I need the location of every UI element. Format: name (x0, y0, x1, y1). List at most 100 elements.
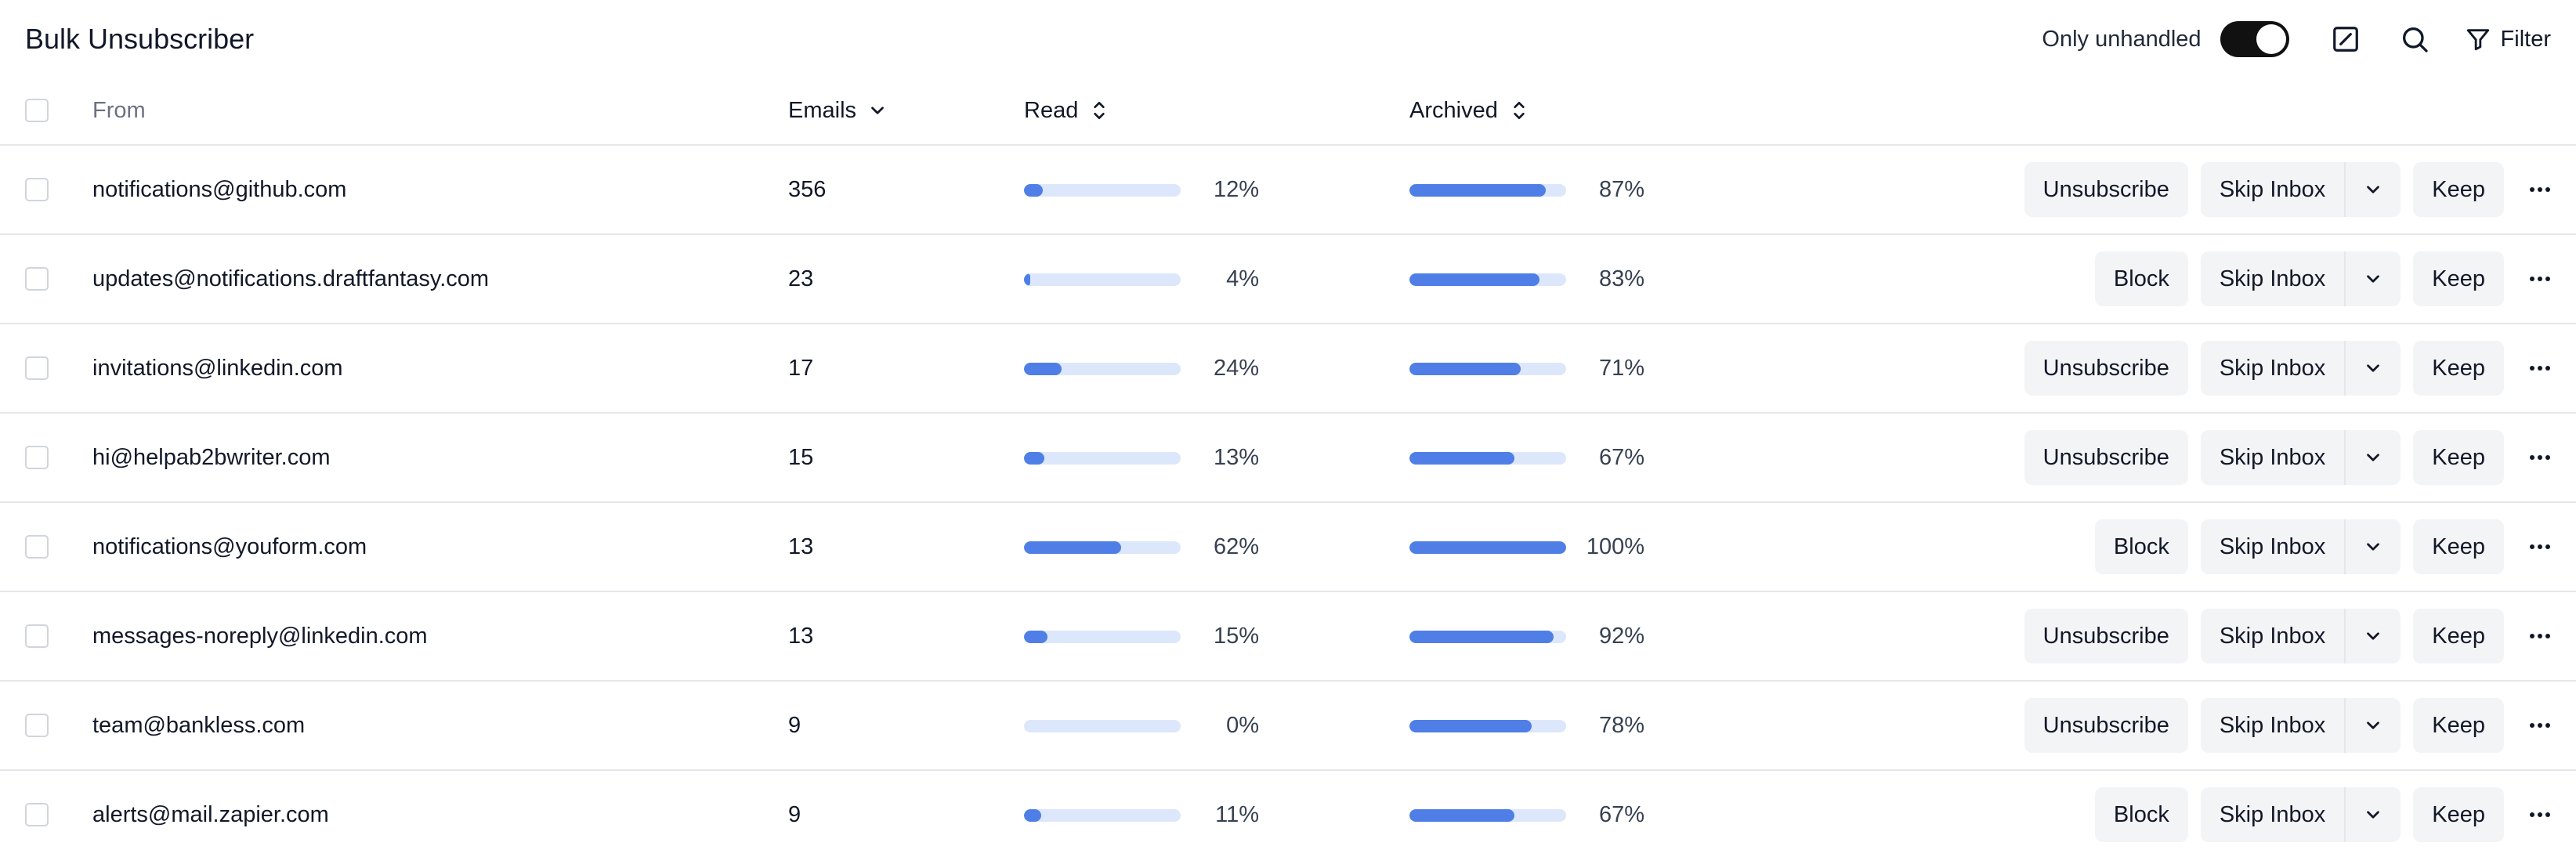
table-row[interactable]: messages-noreply@linkedin.com 13 15% 92% Uns… (0, 592, 2576, 682)
archived-progress-fill (1409, 720, 1532, 732)
skip-inbox-button[interactable]: Skip Inbox (2201, 341, 2346, 396)
more-options-button[interactable] (2526, 265, 2554, 293)
read-percent: 12% (1213, 176, 1259, 202)
skip-inbox-dropdown-button[interactable] (2346, 251, 2401, 306)
keep-button[interactable]: Keep (2413, 609, 2504, 664)
keep-button[interactable]: Keep (2413, 162, 2504, 217)
archived-progress-bar (1409, 809, 1566, 822)
block-button[interactable]: Block (2094, 787, 2188, 842)
skip-inbox-split-button: Skip Inbox (2200, 698, 2401, 753)
skip-inbox-dropdown-button[interactable] (2346, 162, 2401, 217)
unsubscribe-button[interactable]: Unsubscribe (2024, 609, 2188, 664)
skip-inbox-button[interactable]: Skip Inbox (2201, 698, 2346, 753)
table-row[interactable]: updates@notifications.draftfantasy.com 23… (0, 235, 2576, 324)
skip-inbox-split-button: Skip Inbox (2200, 251, 2401, 306)
read-progress-bar (1024, 363, 1181, 375)
keep-button[interactable]: Keep (2413, 787, 2504, 842)
chevron-down-icon (2367, 275, 2380, 283)
skip-inbox-dropdown-button[interactable] (2346, 609, 2401, 664)
read-percent: 15% (1213, 623, 1259, 649)
keep-button[interactable]: Keep (2413, 251, 2504, 306)
unsubscribe-button[interactable]: Unsubscribe (2024, 430, 2188, 485)
chevron-down-icon (2367, 454, 2380, 461)
read-progress-bar (1024, 720, 1181, 732)
filter-button[interactable]: Filter (2465, 20, 2551, 58)
skip-inbox-button[interactable]: Skip Inbox (2201, 251, 2346, 306)
table-row[interactable]: team@bankless.com 9 0% 78% Unsubscribe Skip I… (0, 682, 2576, 771)
unsubscribe-button[interactable]: Unsubscribe (2024, 162, 2188, 217)
keep-button[interactable]: Keep (2413, 698, 2504, 753)
row-checkbox[interactable] (25, 356, 49, 380)
sender-email: messages-noreply@linkedin.com (92, 623, 428, 649)
filter-icon (2466, 29, 2489, 51)
unsubscribe-button[interactable]: Unsubscribe (2024, 341, 2188, 396)
archived-progress-bar (1409, 273, 1566, 286)
archived-progress-bar (1409, 363, 1566, 375)
skip-inbox-button[interactable]: Skip Inbox (2201, 609, 2346, 664)
row-checkbox[interactable] (25, 803, 49, 826)
row-actions: Unsubscribe Skip Inbox Keep (2024, 146, 2554, 233)
read-progress-bar (1024, 273, 1181, 286)
column-header-archived[interactable]: Archived (1409, 77, 1529, 144)
read-percent: 0% (1226, 712, 1259, 738)
more-horizontal-icon (2530, 544, 2550, 549)
skip-inbox-button[interactable]: Skip Inbox (2201, 519, 2346, 574)
unsubscribe-button[interactable]: Unsubscribe (2024, 698, 2188, 753)
skip-inbox-dropdown-button[interactable] (2346, 430, 2401, 485)
archived-percent: 67% (1598, 444, 1644, 470)
read-progress-fill (1024, 631, 1047, 643)
more-options-button[interactable] (2526, 175, 2554, 204)
table-row[interactable]: alerts@mail.zapier.com 9 11% 67% Block Skip I… (0, 771, 2576, 857)
skip-inbox-split-button: Skip Inbox (2200, 519, 2401, 574)
row-checkbox[interactable] (25, 624, 49, 648)
chevron-down-icon (2367, 721, 2380, 729)
row-checkbox[interactable] (25, 714, 49, 737)
skip-inbox-button[interactable]: Skip Inbox (2201, 430, 2346, 485)
more-options-button[interactable] (2526, 354, 2554, 382)
more-options-button[interactable] (2526, 801, 2554, 829)
more-options-button[interactable] (2526, 622, 2554, 650)
skip-inbox-dropdown-button[interactable] (2346, 698, 2401, 753)
more-options-button[interactable] (2526, 443, 2554, 472)
select-all-checkbox[interactable] (25, 99, 49, 122)
table-row[interactable]: invitations@linkedin.com 17 24% 71% Unsubscr… (0, 324, 2576, 414)
row-checkbox[interactable] (25, 535, 49, 559)
more-options-button[interactable] (2526, 533, 2554, 561)
read-progress-bar (1024, 809, 1181, 822)
email-count: 9 (788, 801, 801, 827)
row-checkbox[interactable] (25, 267, 49, 291)
column-header-read[interactable]: Read (1024, 77, 1109, 144)
row-checkbox[interactable] (25, 178, 49, 201)
archived-percent: 71% (1598, 355, 1644, 381)
table-row[interactable]: hi@helpab2bwriter.com 15 13% 67% Unsubscribe… (0, 414, 2576, 503)
chevron-down-icon (2367, 543, 2380, 551)
sender-email: invitations@linkedin.com (92, 355, 343, 381)
table-row[interactable]: notifications@github.com 356 12% 87% Unsubsc… (0, 146, 2576, 235)
email-count: 13 (788, 533, 814, 559)
archived-progress-bar (1409, 452, 1566, 465)
edit-button[interactable] (2327, 20, 2364, 58)
block-button[interactable]: Block (2094, 519, 2188, 574)
column-header-emails[interactable]: Emails (788, 77, 888, 144)
column-label-read: Read (1024, 97, 1079, 123)
skip-inbox-dropdown-button[interactable] (2346, 341, 2401, 396)
row-actions: Unsubscribe Skip Inbox Keep (2024, 682, 2554, 769)
keep-button[interactable]: Keep (2413, 341, 2504, 396)
row-actions: Unsubscribe Skip Inbox Keep (2024, 592, 2554, 680)
bulk-unsubscriber-page: Bulk Unsubscriber Only unhandled Filter … (0, 0, 2576, 857)
skip-inbox-dropdown-button[interactable] (2346, 787, 2401, 842)
table-row[interactable]: notifications@youform.com 13 62% 100% Block S… (0, 503, 2576, 592)
skip-inbox-button[interactable]: Skip Inbox (2201, 162, 2346, 217)
read-progress-bar (1024, 631, 1181, 643)
skip-inbox-button[interactable]: Skip Inbox (2201, 787, 2346, 842)
skip-inbox-dropdown-button[interactable] (2346, 519, 2401, 574)
block-button[interactable]: Block (2094, 251, 2188, 306)
skip-inbox-split-button: Skip Inbox (2200, 609, 2401, 664)
search-button[interactable] (2396, 20, 2433, 58)
keep-button[interactable]: Keep (2413, 519, 2504, 574)
row-actions: Block Skip Inbox Keep (2094, 503, 2554, 591)
row-checkbox[interactable] (25, 446, 49, 469)
keep-button[interactable]: Keep (2413, 430, 2504, 485)
only-unhandled-toggle[interactable] (2220, 21, 2289, 57)
more-options-button[interactable] (2526, 711, 2554, 739)
